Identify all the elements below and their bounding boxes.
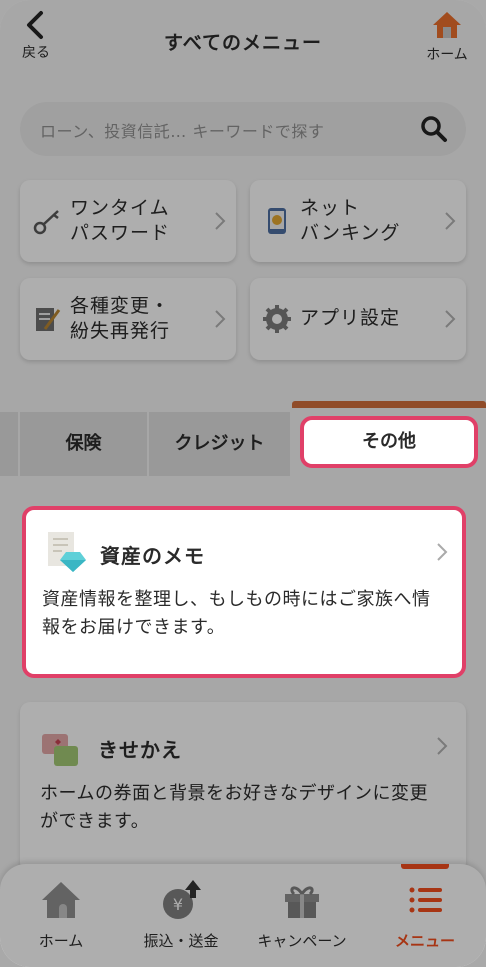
tab-other[interactable]: その他 <box>300 416 478 468</box>
tile-net-banking[interactable]: ネット バンキング <box>250 180 466 262</box>
chevron-right-icon <box>437 543 448 561</box>
header: 戻る すべてのメニュー ホーム <box>0 0 486 78</box>
chevron-right-icon <box>215 212 226 230</box>
gift-icon <box>285 886 319 918</box>
gear-icon <box>263 305 291 333</box>
tab-credit[interactable]: クレジット <box>149 412 290 476</box>
yen-coin-icon: ¥ <box>163 880 201 919</box>
chevron-right-icon <box>437 737 448 755</box>
home-button[interactable]: ホーム <box>422 10 472 64</box>
tile-label: 各種変更・ 紛失再発行 <box>70 295 171 342</box>
tile-changes-reissue[interactable]: 各種変更・ 紛失再発行 <box>20 278 236 360</box>
chevron-right-icon <box>215 310 226 328</box>
tile-label: ワンタイム パスワード <box>70 197 171 244</box>
page-title: すべてのメニュー <box>164 32 322 54</box>
card-asset-memo[interactable]: 資産のメモ 資産情報を整理し、もしもの時にはご家族へ情報をお届けできます。 <box>22 506 466 678</box>
search-icon[interactable] <box>420 115 448 143</box>
home-icon <box>433 12 461 38</box>
card-kisekae[interactable]: きせかえ ホームの券面と背景をお好きなデザインに変更ができます。 <box>20 702 466 872</box>
nav-label: ホーム <box>38 932 84 950</box>
nav-label: メニュー <box>394 932 455 950</box>
key-icon <box>33 210 59 235</box>
card-description: ホームの券面と背景をお好きなデザインに変更ができます。 <box>40 783 428 832</box>
nav-label: 振込・送金 <box>143 932 219 950</box>
smartphone-yen-icon <box>268 208 286 234</box>
bottom-navigation: ホーム ¥ 振込・送金 キャンペーン メニュー <box>0 864 486 967</box>
card-cards-icon <box>42 734 78 766</box>
chevron-right-icon <box>445 212 456 230</box>
tile-label: ネット バンキング <box>300 197 401 244</box>
diamond-memo-icon <box>48 532 86 572</box>
home-label: ホーム <box>426 47 468 63</box>
nav-label: キャンペーン <box>257 932 347 950</box>
nav-active-indicator <box>401 864 449 869</box>
tab-selected-indicator <box>292 401 486 408</box>
tile-app-settings[interactable]: アプリ設定 <box>250 278 466 360</box>
nav-transfer[interactable]: ¥ 振込・送金 <box>121 864 241 967</box>
svg-text:¥: ¥ <box>173 895 183 914</box>
nav-campaign[interactable]: キャンペーン <box>242 864 362 967</box>
nav-menu[interactable]: メニュー <box>365 864 485 967</box>
home-icon <box>42 882 80 918</box>
card-title: 資産のメモ <box>100 544 205 568</box>
document-pen-icon <box>36 308 61 331</box>
tile-onetime-password[interactable]: ワンタイム パスワード <box>20 180 236 262</box>
tile-label: アプリ設定 <box>300 307 401 329</box>
menu-list-icon <box>409 887 442 913</box>
nav-home[interactable]: ホーム <box>1 864 121 967</box>
card-description: 資産情報を整理し、もしもの時にはご家族へ情報をお届けできます。 <box>42 589 431 638</box>
tab-previous-edge <box>0 412 18 476</box>
chevron-right-icon <box>445 310 456 328</box>
tab-insurance[interactable]: 保険 <box>20 412 147 476</box>
search-input[interactable]: ローン、投資信託… キーワードで探す <box>40 118 324 142</box>
card-title: きせかえ <box>98 738 182 762</box>
search-bar[interactable]: ローン、投資信託… キーワードで探す <box>20 102 466 156</box>
app-screen: 戻る すべてのメニュー ホーム ローン、投資信託… キーワードで探す ワンタイム… <box>0 0 486 967</box>
